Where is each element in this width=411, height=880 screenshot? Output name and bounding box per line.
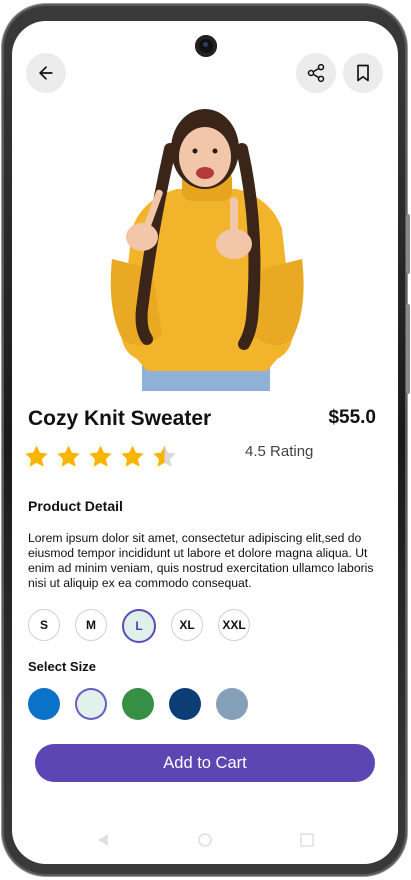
product-price: $55.0 (328, 407, 376, 428)
product-image (102, 109, 310, 391)
nav-recents-icon[interactable] (300, 833, 314, 847)
star-icon (89, 445, 112, 467)
color-options (28, 688, 248, 720)
product-description: Lorem ipsum dolor sit amet, consectetur … (28, 531, 374, 590)
nav-home-icon[interactable] (198, 833, 212, 847)
power-button (406, 304, 410, 394)
product-title: Cozy Knit Sweater (28, 407, 212, 430)
share-button[interactable] (296, 53, 336, 93)
front-camera (195, 35, 217, 57)
nav-back-icon[interactable] (96, 833, 110, 847)
size-options: S M L XL XXL (28, 609, 250, 643)
size-option-xxl[interactable]: XXL (218, 609, 250, 641)
size-option-l[interactable]: L (122, 609, 156, 643)
color-swatch[interactable] (216, 688, 248, 720)
color-swatch[interactable] (75, 688, 107, 720)
color-swatch[interactable] (28, 688, 60, 720)
app-screen: Cozy Knit Sweater $55.0 4.5 Rating Produ… (12, 21, 398, 864)
size-option-m[interactable]: M (75, 609, 107, 641)
select-size-label: Select Size (28, 659, 96, 674)
size-option-s[interactable]: S (28, 609, 60, 641)
bookmark-icon (357, 64, 369, 82)
rating-label: 4.5 Rating (245, 443, 314, 460)
bookmark-button[interactable] (343, 53, 383, 93)
star-icon (25, 445, 48, 467)
product-detail-heading: Product Detail (28, 498, 123, 514)
share-icon (307, 63, 325, 83)
star-icon (153, 445, 176, 467)
phone-frame: Cozy Knit Sweater $55.0 4.5 Rating Produ… (2, 4, 410, 876)
star-rating (22, 443, 179, 471)
add-to-cart-button[interactable]: Add to Cart (35, 744, 375, 782)
volume-button (406, 214, 410, 274)
color-swatch[interactable] (169, 688, 201, 720)
star-icon (57, 445, 80, 467)
back-button[interactable] (26, 53, 66, 93)
star-icon (121, 445, 144, 467)
size-option-xl[interactable]: XL (171, 609, 203, 641)
color-swatch[interactable] (122, 688, 154, 720)
arrow-left-icon (39, 66, 53, 80)
